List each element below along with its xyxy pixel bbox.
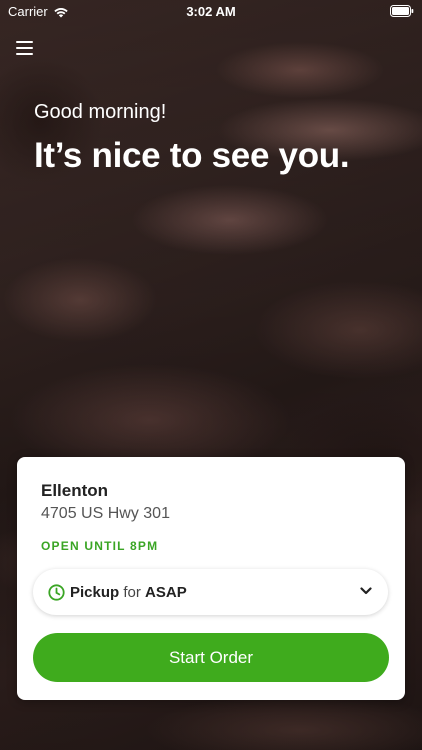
hamburger-menu-icon[interactable]	[14, 38, 36, 58]
store-name: Ellenton	[41, 481, 109, 500]
order-mode-selector[interactable]: Pickup for ASAP	[33, 569, 388, 615]
store-address: 4705 US Hwy 301	[41, 505, 170, 522]
chevron-down-icon	[360, 587, 372, 595]
store-card: Ellenton 4705 US Hwy 301 OPEN UNTIL 8PM …	[17, 457, 405, 700]
order-connector: for	[123, 583, 141, 601]
start-order-button[interactable]: Start Order	[33, 633, 389, 682]
status-time: 3:02 AM	[186, 4, 236, 19]
order-time: ASAP	[145, 583, 187, 601]
order-mode-text: Pickup for ASAP	[70, 584, 187, 601]
battery-icon	[390, 5, 414, 17]
clock-icon	[48, 583, 65, 601]
greeting-text: Good morning!	[34, 101, 167, 123]
store-hours-badge: OPEN UNTIL 8PM	[41, 539, 159, 553]
status-bar: Carrier 3:02 AM	[0, 0, 422, 22]
order-method: Pickup	[70, 583, 120, 601]
app-screen: Carrier 3:02 AM Good morning! It’s nice …	[0, 0, 422, 750]
headline-text: It’s nice to see you.	[34, 136, 350, 175]
